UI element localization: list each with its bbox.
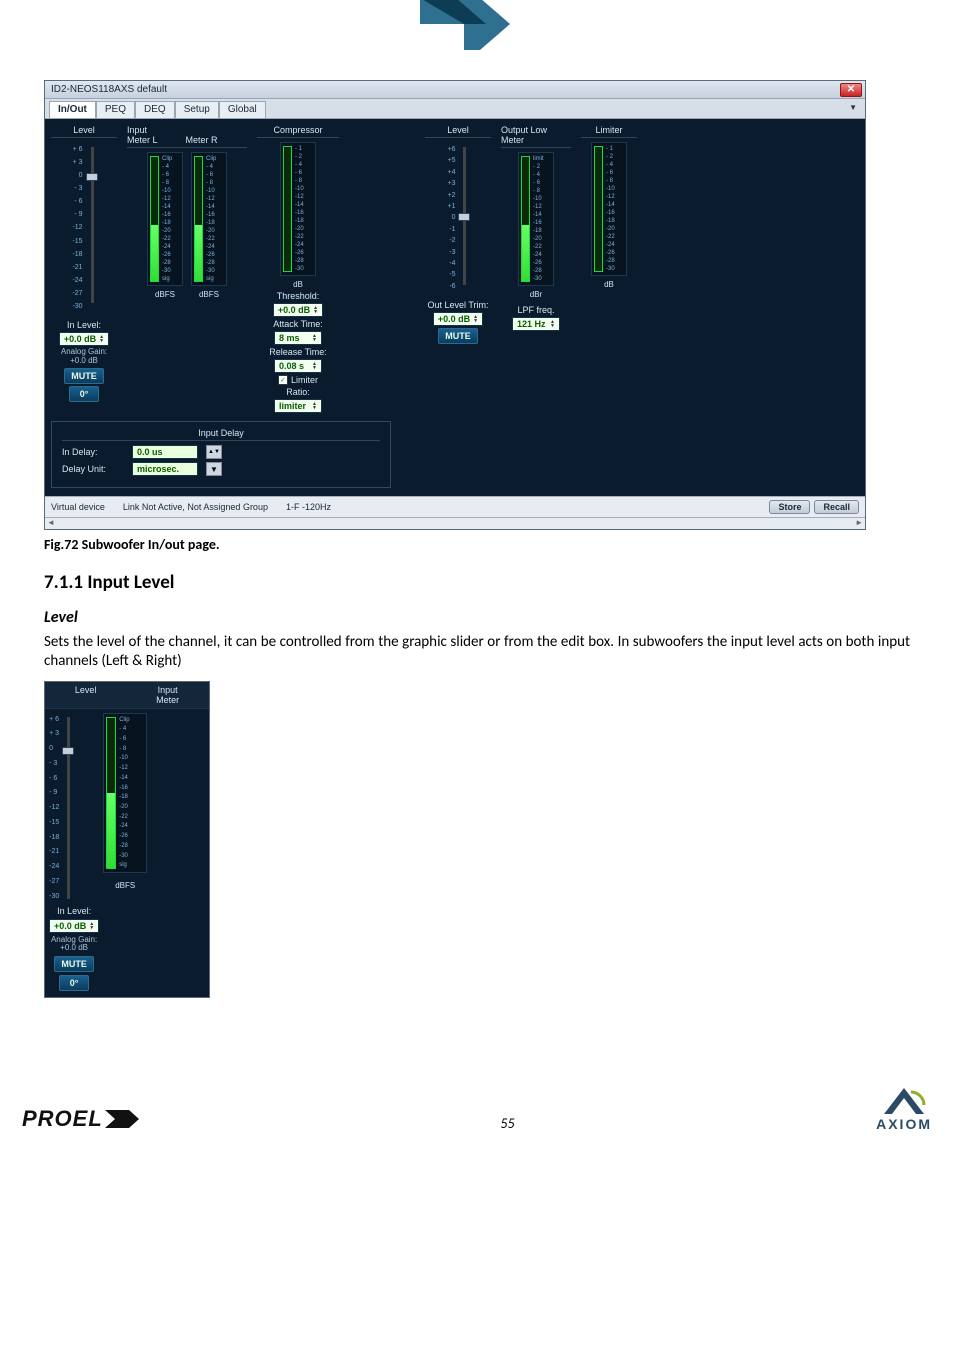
hdr-input-meter: Input [127,125,247,135]
mini-screenshot: Level Input Meter + 6+ 30- 3- 6- 9-12-15… [44,681,210,999]
tab-setup[interactable]: Setup [175,101,219,118]
statusbar: Virtual device Link Not Active, Not Assi… [45,496,865,517]
axiom-logo: AXIOM [876,1086,932,1132]
lpf-value[interactable]: 121 Hz▲▼ [512,317,560,331]
tabbar: In/Out PEQ DEQ Setup Global ▼ [45,99,865,119]
delay-unit-dropdown-icon[interactable]: ▼ [206,462,222,476]
in-level-label: In Level: [67,320,101,330]
ratio-label: Ratio: [286,387,310,397]
tab-peq[interactable]: PEQ [96,101,135,118]
mini-hdr-meter: Input Meter [156,685,179,705]
page-number: 55 [139,1115,876,1132]
subsection-heading: Level [44,608,910,627]
mini-level-slider[interactable]: + 6+ 30- 3- 6- 9-12-15-18-21-24-27-30 [49,713,99,903]
input-mute-button[interactable]: MUTE [64,368,104,384]
analog-gain-label: Analog Gain:+0.0 dB [61,348,107,366]
recall-button[interactable]: Recall [814,500,859,514]
output-mute-button[interactable]: MUTE [438,328,478,344]
threshold-label: Threshold: [277,291,320,301]
lpf-label: LPF freq. [517,305,554,315]
delay-unit-value[interactable]: microsec. [132,462,198,476]
hdr-meter-r: Meter R [186,135,218,145]
hdr-output-level: Level [447,125,469,135]
status-filter: 1-F -120Hz [286,502,331,512]
tab-deq[interactable]: DEQ [135,101,175,118]
release-label: Release Time: [269,347,327,357]
tab-dropdown-icon[interactable]: ▼ [845,101,861,118]
output-meter: limit- 2- 4- 6- 8-10-12-14-16-18-20-22-2… [518,152,554,286]
titlebar: ID2-NEOS118AXS default ✕ [45,81,865,99]
tab-global[interactable]: Global [219,101,266,118]
in-delay-spinner[interactable]: ▲▼ [206,445,222,459]
status-link: Link Not Active, Not Assigned Group [123,502,268,512]
mini-input-meter: Clip- 4- 6- 8-10-12-14-16-18-20-22-24-26… [103,713,147,873]
mini-meter-unit: dBFS [115,881,135,890]
out-trim-label: Out Level Trim: [427,300,488,310]
mini-hdr-level: Level [75,685,97,705]
mini-in-level-label: In Level: [57,906,91,916]
release-value[interactable]: 0.08 s▲▼ [274,359,322,373]
section-heading: 7.1.1 Input Level [44,571,910,594]
app-window: ID2-NEOS118AXS default ✕ In/Out PEQ DEQ … [44,80,866,530]
page-footer: PROEL 55 AXIOM [0,1078,954,1146]
input-meter-r: Clip- 4- 6- 8-10-12-14-16-18-20-22-24-26… [191,152,227,286]
figure-caption: Fig.72 Subwoofer In/out page. [44,536,910,553]
scrollbar[interactable]: ◄► [45,517,865,529]
out-trim-value[interactable]: +0.0 dB▲▼ [433,312,483,326]
limiter-unit: dB [604,280,614,289]
hdr-limiter: Limiter [595,125,622,135]
mini-phase-button[interactable]: 0° [59,975,89,991]
input-delay-title: Input Delay [62,428,380,441]
in-level-value[interactable]: +0.0 dB▲▼ [59,332,109,346]
hdr-compressor: Compressor [273,125,322,135]
attack-label: Attack Time: [273,319,323,329]
close-icon[interactable]: ✕ [840,83,862,97]
proel-logo: PROEL [22,1106,139,1132]
in-delay-label: In Delay: [62,447,124,457]
tab-inout[interactable]: In/Out [49,101,96,118]
hdr-input-level: Level [73,125,95,135]
hdr-meter-l: Meter L [127,135,158,145]
input-phase-button[interactable]: 0° [69,386,99,402]
body-text: Sets the level of the channel, it can be… [44,633,910,671]
store-button[interactable]: Store [769,500,810,514]
input-delay-panel: Input Delay In Delay: 0.0 us ▲▼ Delay Un… [51,421,391,488]
compressor-meter: - 1- 2- 4- 6- 8-10-12-14-16-18-20-22-24-… [280,142,316,276]
input-level-slider[interactable]: + 6+ 30- 3- 6- 9-12-15-18-21-24-27-30 [58,142,110,314]
hdr-output-low: Output Low [501,125,571,135]
in-delay-value[interactable]: 0.0 us [132,445,198,459]
mini-analog-gain: Analog Gain:+0.0 dB [51,936,97,954]
hdr-output-meter: Meter [501,135,571,145]
delay-unit-label: Delay Unit: [62,464,124,474]
limiter-checkbox[interactable]: ✓Limiter [278,375,318,385]
limiter-meter: - 1- 2- 4- 6- 8-10-12-14-16-18-20-22-24-… [591,142,627,276]
mini-in-level-value[interactable]: +0.0 dB▲▼ [49,919,99,933]
ratio-value[interactable]: limiter▲▼ [274,399,322,413]
comp-unit: dB [293,280,303,289]
output-level-slider[interactable]: +6+5+4+3+2+10-1-2-3-4-5-6 [433,142,483,294]
input-meter-l: Clip- 4- 6- 8-10-12-14-16-18-20-22-24-26… [147,152,183,286]
status-device: Virtual device [51,502,105,512]
threshold-value[interactable]: +0.0 dB▲▼ [273,303,323,317]
meter-unit-r: dBFS [199,290,219,299]
out-meter-unit: dBr [530,290,542,299]
window-title: ID2-NEOS118AXS default [51,84,167,95]
mini-mute-button[interactable]: MUTE [54,956,94,972]
meter-unit-l: dBFS [155,290,175,299]
attack-value[interactable]: 8 ms▲▼ [274,331,322,345]
